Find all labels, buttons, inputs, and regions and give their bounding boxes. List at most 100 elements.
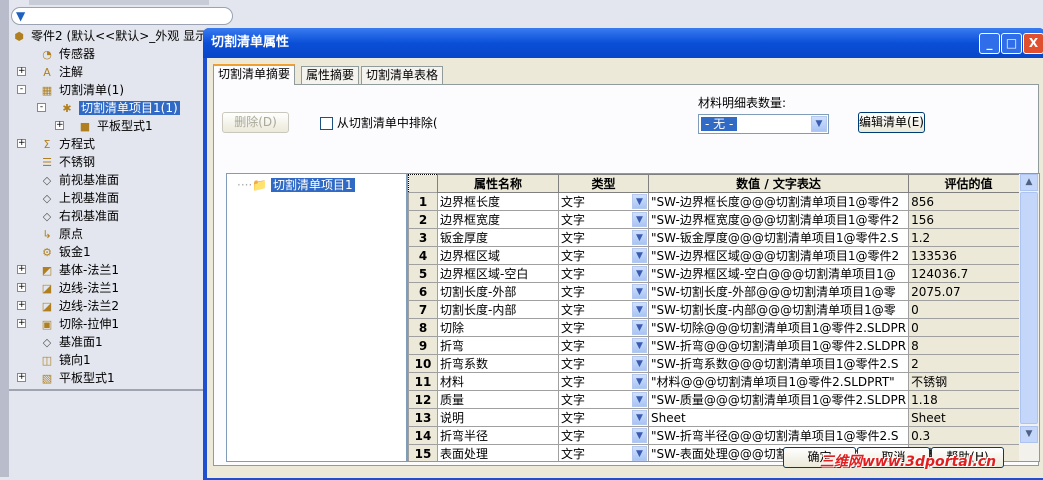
tree-item[interactable]: ◇ 上视基准面 xyxy=(39,189,119,207)
value-expression-cell[interactable]: "SW-边界框区域@@@切割清单项目1@零件2 xyxy=(647,246,910,265)
collapse-icon[interactable]: - xyxy=(17,85,26,94)
expand-icon[interactable]: + xyxy=(55,121,64,130)
type-cell[interactable]: 文字 ▼ xyxy=(558,282,649,301)
tree-item[interactable]: ◇ 右视基准面 xyxy=(39,207,119,225)
panel-divider[interactable] xyxy=(9,389,204,391)
value-expression-cell[interactable]: "SW-折弯@@@切割清单项目1@零件2.SLDPR xyxy=(647,336,910,355)
value-expression-cell[interactable]: "SW-切割长度-外部@@@切割清单项目1@零 xyxy=(647,282,910,301)
tab-cut-list-summary[interactable]: 切割清单摘要 xyxy=(213,64,296,85)
delete-button[interactable]: 删除(D) xyxy=(222,112,289,133)
header-value-expression[interactable]: 数值 / 文字表达 xyxy=(647,174,910,193)
type-cell[interactable]: 文字 ▼ xyxy=(558,318,649,337)
property-name-cell[interactable]: 边界框宽度 xyxy=(437,210,559,229)
type-cell[interactable]: 文字 ▼ xyxy=(558,408,649,427)
type-cell[interactable]: 文字 ▼ xyxy=(558,372,649,391)
tree-item[interactable]: + ◩ 基体-法兰1 xyxy=(17,261,119,279)
table-row[interactable]: 12 质量 文字 ▼ "SW-质量@@@切割清单项目1@零件2.SLDPR 1.18 xyxy=(408,390,1030,409)
table-row[interactable]: 8 切除 文字 ▼ "SW-切除@@@切割清单项目1@零件2.SLDPR 0 xyxy=(408,318,1030,337)
property-name-cell[interactable]: 切除 xyxy=(437,318,559,337)
value-expression-cell[interactable]: Sheet xyxy=(647,408,910,427)
tree-item[interactable]: ↳ 原点 xyxy=(39,225,83,243)
tab-property-summary[interactable]: 属性摘要 xyxy=(301,66,360,84)
row-number[interactable]: 2 xyxy=(408,210,438,229)
scroll-up-arrow-icon[interactable]: ▲ xyxy=(1020,174,1038,191)
chevron-down-icon[interactable]: ▼ xyxy=(632,320,647,335)
type-cell[interactable]: 文字 ▼ xyxy=(558,246,649,265)
header-evaluated-value[interactable]: 评估的值 xyxy=(908,174,1030,193)
chevron-down-icon[interactable]: ▼ xyxy=(632,230,647,245)
value-expression-cell[interactable]: "材料@@@切割清单项目1@零件2.SLDPRT" xyxy=(647,372,910,391)
property-name-cell[interactable]: 边界框区域 xyxy=(437,246,559,265)
row-number[interactable]: 5 xyxy=(408,264,438,283)
table-row[interactable]: 13 说明 文字 ▼ Sheet Sheet xyxy=(408,408,1030,427)
chevron-down-icon[interactable]: ▼ xyxy=(632,356,647,371)
property-name-cell[interactable]: 钣金厚度 xyxy=(437,228,559,247)
type-cell[interactable]: 文字 ▼ xyxy=(558,336,649,355)
table-row[interactable]: 4 边界框区域 文字 ▼ "SW-边界框区域@@@切割清单项目1@零件2 133536 xyxy=(408,246,1030,265)
value-expression-cell[interactable]: "SW-折弯半径@@@切割清单项目1@零件2.S xyxy=(647,426,910,445)
tree-item[interactable]: ⚙ 钣金1 xyxy=(39,243,91,261)
close-button[interactable]: X xyxy=(1023,33,1043,54)
type-cell[interactable]: 文字 ▼ xyxy=(558,264,649,283)
minimize-button[interactable]: _ xyxy=(979,33,1000,54)
chevron-down-icon[interactable]: ▼ xyxy=(632,248,647,263)
select-all-corner[interactable] xyxy=(408,174,438,193)
value-expression-cell[interactable]: "SW-质量@@@切割清单项目1@零件2.SLDPR xyxy=(647,390,910,409)
tree-item[interactable]: ◔ 传感器 xyxy=(39,45,95,63)
table-row[interactable]: 2 边界框宽度 文字 ▼ "SW-边界框宽度@@@切割清单项目1@零件2 156 xyxy=(408,210,1030,229)
row-number[interactable]: 3 xyxy=(408,228,438,247)
property-name-cell[interactable]: 折弯 xyxy=(437,336,559,355)
table-row[interactable]: 11 材料 文字 ▼ "材料@@@切割清单项目1@零件2.SLDPRT" 不锈钢 xyxy=(408,372,1030,391)
property-name-cell[interactable]: 切割长度-内部 xyxy=(437,300,559,319)
table-row[interactable]: 3 钣金厚度 文字 ▼ "SW-钣金厚度@@@切割清单项目1@零件2.S 1.2 xyxy=(408,228,1030,247)
table-row[interactable]: 5 边界框区域-空白 文字 ▼ "SW-边界框区域-空白@@@切割清单项目1@ 12403… xyxy=(408,264,1030,283)
value-expression-cell[interactable]: "SW-边界框区域-空白@@@切割清单项目1@ xyxy=(647,264,910,283)
expand-icon[interactable]: + xyxy=(17,319,26,328)
row-number[interactable]: 13 xyxy=(408,408,438,427)
chevron-down-icon[interactable]: ▼ xyxy=(632,266,647,281)
property-name-cell[interactable]: 材料 xyxy=(437,372,559,391)
chevron-down-icon[interactable]: ▼ xyxy=(632,302,647,317)
row-number[interactable]: 4 xyxy=(408,246,438,265)
chevron-down-icon[interactable]: ▼ xyxy=(632,446,647,461)
row-number[interactable]: 6 xyxy=(408,282,438,301)
property-name-cell[interactable]: 质量 xyxy=(437,390,559,409)
tree-item[interactable]: + ◪ 边线-法兰2 xyxy=(17,297,119,315)
type-cell[interactable]: 文字 ▼ xyxy=(558,354,649,373)
type-cell[interactable]: 文字 ▼ xyxy=(558,192,649,211)
scroll-down-arrow-icon[interactable]: ▼ xyxy=(1020,426,1038,443)
property-name-cell[interactable]: 边界框区域-空白 xyxy=(437,264,559,283)
type-cell[interactable]: 文字 ▼ xyxy=(558,390,649,409)
tab-cut-list-table[interactable]: 切割清单表格 xyxy=(361,66,444,84)
tree-item[interactable]: + Σ 方程式 xyxy=(17,135,95,153)
expand-icon[interactable]: + xyxy=(17,283,26,292)
exclude-checkbox[interactable]: 从切割清单中排除( xyxy=(320,114,438,131)
header-property-name[interactable]: 属性名称 xyxy=(437,174,559,193)
row-number[interactable]: 11 xyxy=(408,372,438,391)
value-expression-cell[interactable]: "SW-钣金厚度@@@切割清单项目1@零件2.S xyxy=(647,228,910,247)
table-row[interactable]: 10 折弯系数 文字 ▼ "SW-折弯系数@@@切割清单项目1@零件2.S 2 xyxy=(408,354,1030,373)
expand-icon[interactable]: + xyxy=(17,139,26,148)
type-cell[interactable]: 文字 ▼ xyxy=(558,210,649,229)
property-name-cell[interactable]: 折弯半径 xyxy=(437,426,559,445)
row-number[interactable]: 15 xyxy=(408,444,438,461)
tree-item[interactable]: ◇ 基准面1 xyxy=(39,333,103,351)
table-row[interactable]: 1 边界框长度 文字 ▼ "SW-边界框长度@@@切割清单项目1@零件2 856 xyxy=(408,192,1030,211)
collapse-icon[interactable]: - xyxy=(37,103,46,112)
property-name-cell[interactable]: 切割长度-外部 xyxy=(437,282,559,301)
panel-tabs[interactable] xyxy=(29,0,209,5)
vertical-scrollbar[interactable]: ▲ ▼ xyxy=(1019,174,1039,461)
tree-item[interactable]: + ■ 平板型式1 xyxy=(55,117,153,135)
expand-icon[interactable]: + xyxy=(17,373,26,382)
funnel-icon[interactable]: ▼ xyxy=(16,9,25,23)
row-number[interactable]: 10 xyxy=(408,354,438,373)
row-number[interactable]: 12 xyxy=(408,390,438,409)
chevron-down-icon[interactable]: ▼ xyxy=(632,428,647,443)
edit-list-button[interactable]: 编辑清单(E) xyxy=(858,112,925,133)
chevron-down-icon[interactable]: ▼ xyxy=(632,410,647,425)
row-number[interactable]: 8 xyxy=(408,318,438,337)
type-cell[interactable]: 文字 ▼ xyxy=(558,228,649,247)
filter-bar[interactable]: ▼ xyxy=(11,7,233,25)
table-row[interactable]: 9 折弯 文字 ▼ "SW-折弯@@@切割清单项目1@零件2.SLDPR 8 xyxy=(408,336,1030,355)
expand-icon[interactable]: + xyxy=(17,265,26,274)
